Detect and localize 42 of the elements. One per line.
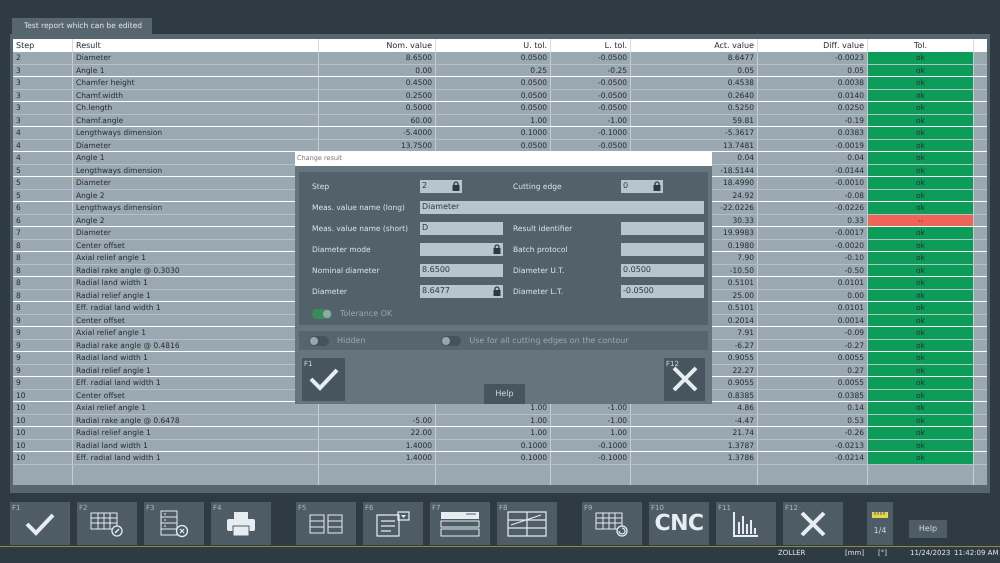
sheet-icon [507, 510, 547, 536]
ruler-icon [872, 510, 888, 518]
close-icon [672, 366, 698, 392]
help-button[interactable]: Help [909, 520, 947, 538]
check-icon [308, 367, 338, 392]
list-delete-icon [159, 510, 189, 538]
toggle-switch[interactable] [309, 336, 329, 346]
input-field[interactable]: 8.6477 [420, 284, 503, 298]
page-button[interactable]: 1/4 [867, 502, 893, 545]
column-header[interactable]: Act. value [631, 39, 758, 52]
input-field[interactable] [420, 242, 503, 256]
column-header[interactable]: Result [73, 39, 319, 52]
input-field[interactable] [621, 222, 704, 235]
bar-chart-icon [732, 510, 760, 538]
table-refresh-icon [595, 510, 629, 536]
lock-icon [493, 286, 501, 296]
column-header[interactable]: Diff. value [758, 39, 868, 52]
column-header[interactable]: U. tol. [436, 39, 551, 52]
column-header[interactable]: L. tol. [551, 39, 631, 52]
input-field[interactable] [621, 242, 704, 256]
column-header[interactable]: Nom. value [319, 39, 436, 52]
check-icon [25, 512, 55, 536]
printer-icon [226, 510, 256, 536]
help-button[interactable]: Help [484, 384, 525, 404]
lock-icon [653, 181, 661, 192]
columns-icon [309, 514, 343, 534]
rows-icon [440, 510, 480, 536]
input-field[interactable]: Diameter [420, 200, 704, 214]
table-edit-icon [90, 510, 124, 536]
input-field[interactable]: 0.0500 [621, 264, 704, 277]
toggle-switch[interactable] [312, 308, 332, 319]
toggle-switch[interactable] [441, 336, 462, 346]
input-field[interactable]: 0 [621, 180, 663, 193]
form-icon [376, 510, 410, 536]
input-field[interactable]: 2 [420, 180, 462, 193]
input-field[interactable]: -0.0500 [621, 284, 704, 298]
close-icon [800, 510, 826, 536]
lock-icon [493, 244, 501, 254]
column-header[interactable]: Step [13, 39, 73, 52]
input-field[interactable]: D [420, 222, 503, 235]
lock-icon [452, 181, 460, 192]
input-field[interactable]: 8.6500 [420, 264, 503, 277]
